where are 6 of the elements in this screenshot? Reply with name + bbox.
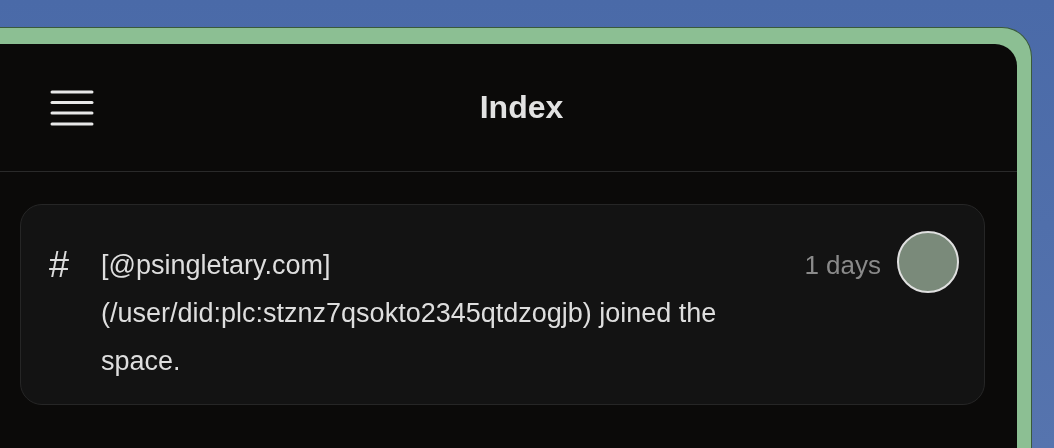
hash-symbol: # xyxy=(49,245,71,285)
menu-button[interactable] xyxy=(50,89,94,126)
message-text: [@psingletary.com](/user/did:plc:stznz7qsokto2345qtdzogjb) joined the space. xyxy=(101,249,718,378)
menu-icon xyxy=(50,89,94,126)
page-title: Index xyxy=(478,89,565,126)
message-time: 1 days xyxy=(804,250,881,281)
